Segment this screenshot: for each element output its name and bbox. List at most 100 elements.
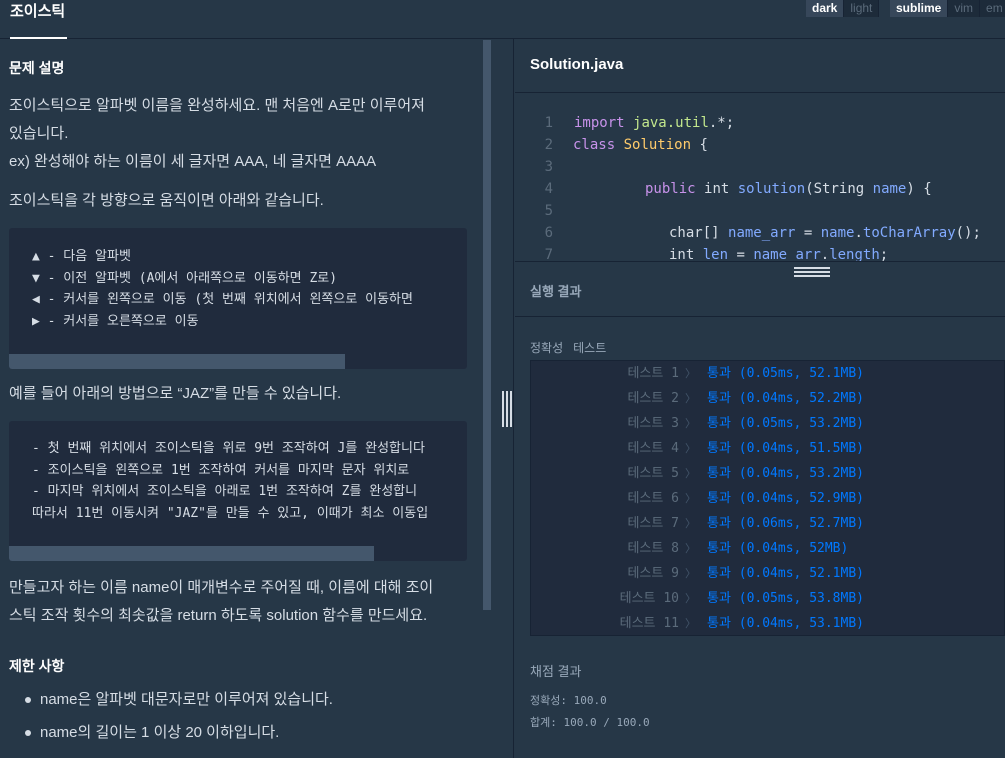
chevron-right-icon: 〉 [685, 567, 696, 580]
chevron-right-icon: 〉 [685, 367, 696, 380]
line-number: 7 [544, 247, 553, 262]
file-name: Solution.java [530, 56, 624, 73]
splitter-grip-icon[interactable] [502, 391, 512, 427]
problem-title-tab[interactable]: 조이스틱 [10, 0, 67, 39]
grade-accuracy: 정확성: 100.0 [530, 694, 607, 707]
code-line[interactable]: 1 import java.util.*; [515, 112, 1005, 134]
test-result-row: 테스트 1 〉 통과 (0.05ms, 52.1MB) [531, 361, 1005, 386]
editor-resize-handle-icon[interactable] [794, 267, 830, 277]
test-status: 통과 [707, 541, 731, 556]
theme-light-option[interactable]: light [844, 0, 879, 17]
test-result-row: 테스트 6 〉 통과 (0.04ms, 52.9MB) [531, 486, 1005, 511]
test-result-row: 테스트 2 〉 통과 (0.04ms, 52.2MB) [531, 386, 1005, 411]
test-detail: (0.05ms, 52.1MB) [738, 366, 864, 381]
theme-toggle[interactable]: dark light [806, 0, 880, 17]
code-line[interactable]: 3 [515, 156, 1005, 178]
code-line[interactable]: 6 char[] name_arr = name.toCharArray(); [515, 222, 1005, 244]
line-number: 6 [544, 225, 553, 241]
test-detail: (0.05ms, 53.2MB) [738, 416, 864, 431]
test-detail: (0.04ms, 52MB) [738, 541, 849, 556]
test-detail: (0.04ms, 53.1MB) [738, 616, 864, 631]
code-line[interactable]: 2 class Solution { [515, 134, 1005, 156]
test-name: 테스트 4 [627, 441, 679, 456]
line-number: 1 [544, 115, 553, 131]
test-detail: (0.04ms, 52.2MB) [738, 391, 864, 406]
task-text-1: 만들고자 하는 이름 name이 매개변수로 주어질 때, 이름에 대해 조이 [9, 579, 434, 596]
test-name: 테스트 9 [627, 566, 679, 581]
intro-text-1: 조이스틱으로 알파벳 이름을 완성하세요. 맨 처음엔 A로만 이루어져 [9, 97, 425, 114]
test-detail: (0.04ms, 52.9MB) [738, 491, 864, 506]
example-code-block[interactable]: - 첫 번째 위치에서 조이스틱을 위로 9번 조작하여 J를 완성합니다 - … [9, 421, 467, 561]
theme-dark-option[interactable]: dark [806, 0, 844, 17]
test-name: 테스트 6 [627, 491, 679, 506]
moves-code-block[interactable]: ▲ - 다음 알파벳 ▼ - 이전 알파벳 (A에서 아래쪽으로 이동하면 Z로… [9, 228, 467, 369]
keymap-sublime-option[interactable]: sublime [890, 0, 948, 17]
keymap-emacs-option[interactable]: em [980, 0, 1005, 17]
section-title-limits: 제한 사항 [9, 658, 65, 674]
example-intro-text: 예를 들어 아래의 방법으로 “JAZ”를 만들 수 있습니다. [9, 385, 342, 402]
result-tabs: 정확성 테스트 [530, 339, 616, 356]
tab-test[interactable]: 테스트 [573, 341, 606, 355]
line-number: 3 [544, 159, 553, 175]
code-line[interactable]: 5 [515, 200, 1005, 222]
test-detail: (0.04ms, 51.5MB) [738, 441, 864, 456]
chevron-right-icon: 〉 [685, 417, 696, 430]
test-detail: (0.04ms, 53.2MB) [738, 466, 864, 481]
test-status: 통과 [707, 441, 731, 456]
move-line: ▶ - 커서를 오른쪽으로 이동 [32, 313, 199, 329]
example-line: - 조이스틱을 왼쪽으로 1번 조작하여 커서를 마지막 문자 위치로 [32, 462, 410, 478]
code-editor[interactable]: 1 import java.util.*; 2 class Solution { 3… [515, 94, 1005, 262]
test-status: 통과 [707, 591, 731, 606]
problem-vertical-scrollbar[interactable] [483, 40, 491, 610]
test-status: 통과 [707, 516, 731, 531]
chevron-right-icon: 〉 [685, 517, 696, 530]
test-detail: (0.05ms, 53.8MB) [738, 591, 864, 606]
test-status: 통과 [707, 491, 731, 506]
run-result-title: 실행 결과 [530, 284, 582, 299]
move-line: ◀ - 커서를 왼쪽으로 이동 (첫 번째 위치에서 왼쪽으로 이동하면 [32, 292, 413, 307]
top-bar: 조이스틱 dark light sublime vim em [0, 0, 1005, 39]
line-number: 2 [544, 137, 553, 153]
chevron-right-icon: 〉 [685, 392, 696, 405]
chevron-right-icon: 〉 [685, 492, 696, 505]
test-result-row: 테스트 5 〉 통과 (0.04ms, 53.2MB) [531, 461, 1005, 486]
test-results-list: 테스트 1 〉 통과 (0.05ms, 52.1MB) 테스트 2 〉 통과 (0.04… [530, 360, 1005, 636]
keymap-vim-option[interactable]: vim [948, 0, 980, 17]
section-title-description: 문제 설명 [9, 60, 65, 76]
keymap-toggle[interactable]: sublime vim em [890, 0, 1005, 17]
chevron-right-icon: 〉 [685, 467, 696, 480]
chevron-right-icon: 〉 [685, 542, 696, 555]
test-name: 테스트 5 [627, 466, 679, 481]
move-line: ▼ - 이전 알파벳 (A에서 아래쪽으로 이동하면 Z로) [32, 270, 338, 286]
line-number: 4 [544, 181, 553, 197]
test-result-row: 테스트 10 〉 통과 (0.05ms, 53.8MB) [531, 586, 1005, 611]
test-name: 테스트 1 [627, 366, 679, 381]
example-horizontal-scrollbar[interactable] [9, 546, 374, 561]
line-number: 5 [544, 203, 553, 219]
test-status: 통과 [707, 366, 731, 381]
test-status: 통과 [707, 466, 731, 481]
limit-item: name의 길이는 1 이상 20 이하입니다. [0, 716, 480, 749]
test-name: 테스트 10 [619, 591, 679, 606]
code-line[interactable]: 4 public int solution(String name) { [515, 178, 1005, 200]
file-header: Solution.java [515, 39, 1005, 93]
test-status: 통과 [707, 416, 731, 431]
test-result-row: 테스트 11 〉 통과 (0.04ms, 53.1MB) [531, 611, 1005, 636]
chevron-right-icon: 〉 [685, 592, 696, 605]
tab-accuracy[interactable]: 정확성 [530, 341, 563, 355]
example-list: - 첫 번째 위치에서 조이스틱을 위로 9번 조작하여 J를 완성합니다 - … [9, 421, 467, 524]
code-line[interactable]: 7 int len = name_arr.length; [515, 244, 1005, 262]
test-result-row: 테스트 7 〉 통과 (0.06ms, 52.7MB) [531, 511, 1005, 536]
chevron-right-icon: 〉 [685, 617, 696, 630]
test-status: 통과 [707, 616, 731, 631]
example-line: - 첫 번째 위치에서 조이스틱을 위로 9번 조작하여 J를 완성합니다 [32, 441, 425, 456]
chevron-right-icon: 〉 [685, 442, 696, 455]
test-result-row: 테스트 8 〉 통과 (0.04ms, 52MB) [531, 536, 1005, 561]
grade-result: 채점 결과 정확성: 100.0 합계: 100.0 / 100.0 [530, 661, 650, 734]
problem-panel: 문제 설명 조이스틱으로 알파벳 이름을 완성하세요. 맨 처음엔 A로만 이루… [0, 39, 492, 758]
limits-list: name은 알파벳 대문자로만 이루어져 있습니다. name의 길이는 1 이… [0, 683, 480, 749]
intro-text-3: ex) 완성해야 하는 이름이 세 글자면 AAA, 네 글자면 AAAA [9, 153, 377, 170]
solution-panel: Solution.java 1 import java.util.*; 2 clas… [515, 39, 1005, 758]
moves-horizontal-scrollbar[interactable] [9, 354, 345, 369]
test-result-row: 테스트 3 〉 통과 (0.05ms, 53.2MB) [531, 411, 1005, 436]
